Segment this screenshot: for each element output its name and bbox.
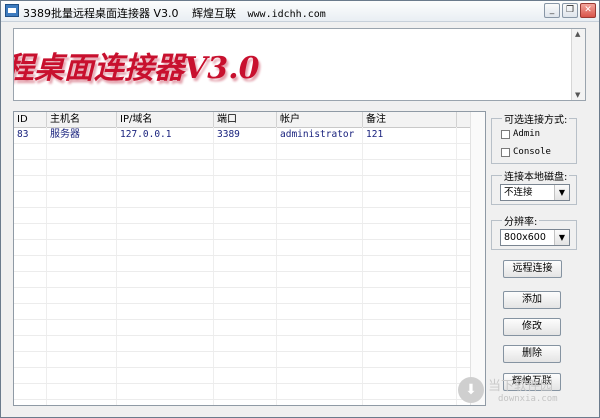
table-row[interactable]: [14, 143, 485, 160]
cell-port: 3389: [217, 129, 240, 140]
window-title-brand: 辉煌互联: [192, 7, 237, 20]
app-icon: [5, 4, 19, 17]
resolution-select[interactable]: 800x600 ▼: [500, 229, 570, 246]
table-row[interactable]: [14, 367, 485, 384]
minimize-button[interactable]: _: [544, 3, 560, 18]
column-header-hostname[interactable]: 主机名: [47, 112, 117, 127]
table-row[interactable]: [14, 303, 485, 320]
main-window: 3389批量远程桌面连接器 V3.0 辉煌互联 www.idchh.com _ …: [0, 0, 600, 418]
table-row[interactable]: [14, 175, 485, 192]
local-disk-value: 不连接: [504, 187, 533, 198]
resolution-value: 800x600: [504, 232, 546, 243]
table-row[interactable]: [14, 207, 485, 224]
console-checkbox[interactable]: Console: [501, 147, 551, 157]
admin-checkbox-label: Admin: [513, 129, 541, 139]
window-controls: _ ❐ ✕: [544, 3, 596, 18]
banner: 程桌面连接器V3.0 ▲ ▼: [13, 28, 586, 101]
window-title: 3389批量远程桌面连接器 V3.0 辉煌互联 www.idchh.com: [23, 5, 326, 21]
cell-ip: 127.0.0.1: [120, 129, 172, 140]
chevron-down-icon[interactable]: ▼: [554, 230, 569, 245]
cell-id: 83: [17, 129, 29, 140]
table-row[interactable]: [14, 319, 485, 336]
title-bar[interactable]: 3389批量远程桌面连接器 V3.0 辉煌互联 www.idchh.com _ …: [1, 1, 599, 22]
close-button[interactable]: ✕: [580, 3, 596, 18]
connection-table[interactable]: ID 主机名 IP/域名 端口 帐户 备注 83 服务器 127.0.0.1 3…: [13, 111, 486, 406]
watermark-sub: downxia.com: [498, 394, 558, 404]
column-header-port[interactable]: 端口: [214, 112, 277, 127]
table-row[interactable]: [14, 271, 485, 288]
column-header-account[interactable]: 帐户: [277, 112, 363, 127]
table-row[interactable]: [14, 239, 485, 256]
table-row[interactable]: [14, 383, 485, 400]
remote-connect-button[interactable]: 远程连接: [503, 260, 562, 278]
add-button[interactable]: 添加: [503, 291, 561, 309]
table-row[interactable]: [14, 287, 485, 304]
table-row[interactable]: [14, 159, 485, 176]
resolution-title: 分辨率:: [502, 213, 540, 228]
scroll-down-icon[interactable]: ▼: [575, 91, 580, 99]
checkbox-box[interactable]: [501, 129, 510, 139]
table-row[interactable]: [14, 335, 485, 352]
column-header-ip[interactable]: IP/域名: [117, 112, 214, 127]
console-checkbox-label: Console: [513, 147, 551, 157]
window-title-site: www.idchh.com: [247, 9, 326, 20]
local-disk-title: 连接本地磁盘:: [502, 168, 570, 183]
table-row[interactable]: [14, 255, 485, 272]
window-title-text: 3389批量远程桌面连接器 V3.0: [23, 7, 179, 20]
watermark: ⬇ 当下软件园 downxia.com: [458, 375, 598, 411]
table-row[interactable]: [14, 351, 485, 368]
table-header: ID 主机名 IP/域名 端口 帐户 备注: [14, 112, 485, 128]
column-header-note[interactable]: 备注: [363, 112, 457, 127]
chevron-down-icon[interactable]: ▼: [554, 185, 569, 200]
admin-checkbox[interactable]: Admin: [501, 129, 540, 139]
local-disk-group: 连接本地磁盘: 不连接 ▼: [491, 168, 577, 205]
cell-note: 121: [366, 129, 384, 140]
download-arrow-icon: ⬇: [458, 377, 484, 403]
banner-scrollbar[interactable]: ▲ ▼: [571, 29, 585, 100]
table-row[interactable]: [14, 223, 485, 240]
delete-button[interactable]: 删除: [503, 345, 561, 363]
connect-mode-title: 可选连接方式:: [502, 111, 570, 126]
options-panel: 可选连接方式: Admin Console 连接本地磁盘: 不连接 ▼ 分辨率:…: [491, 111, 589, 406]
edit-button[interactable]: 修改: [503, 318, 561, 336]
banner-text: 程桌面连接器V3.0: [13, 51, 260, 86]
checkbox-box[interactable]: [501, 147, 510, 157]
column-header-id[interactable]: ID: [14, 112, 47, 127]
table-row[interactable]: [14, 191, 485, 208]
cell-account: administrator: [280, 129, 355, 140]
table-scrollbar[interactable]: [470, 112, 485, 405]
connect-mode-group: 可选连接方式: Admin Console: [491, 111, 577, 164]
cell-hostname: 服务器: [50, 129, 80, 140]
watermark-text: 当下软件园: [488, 379, 554, 394]
restore-button[interactable]: ❐: [562, 3, 578, 18]
scroll-up-icon[interactable]: ▲: [575, 30, 580, 38]
local-disk-select[interactable]: 不连接 ▼: [500, 184, 570, 201]
resolution-group: 分辨率: 800x600 ▼: [491, 213, 577, 250]
table-row[interactable]: 83 服务器 127.0.0.1 3389 administrator 121: [14, 127, 485, 144]
